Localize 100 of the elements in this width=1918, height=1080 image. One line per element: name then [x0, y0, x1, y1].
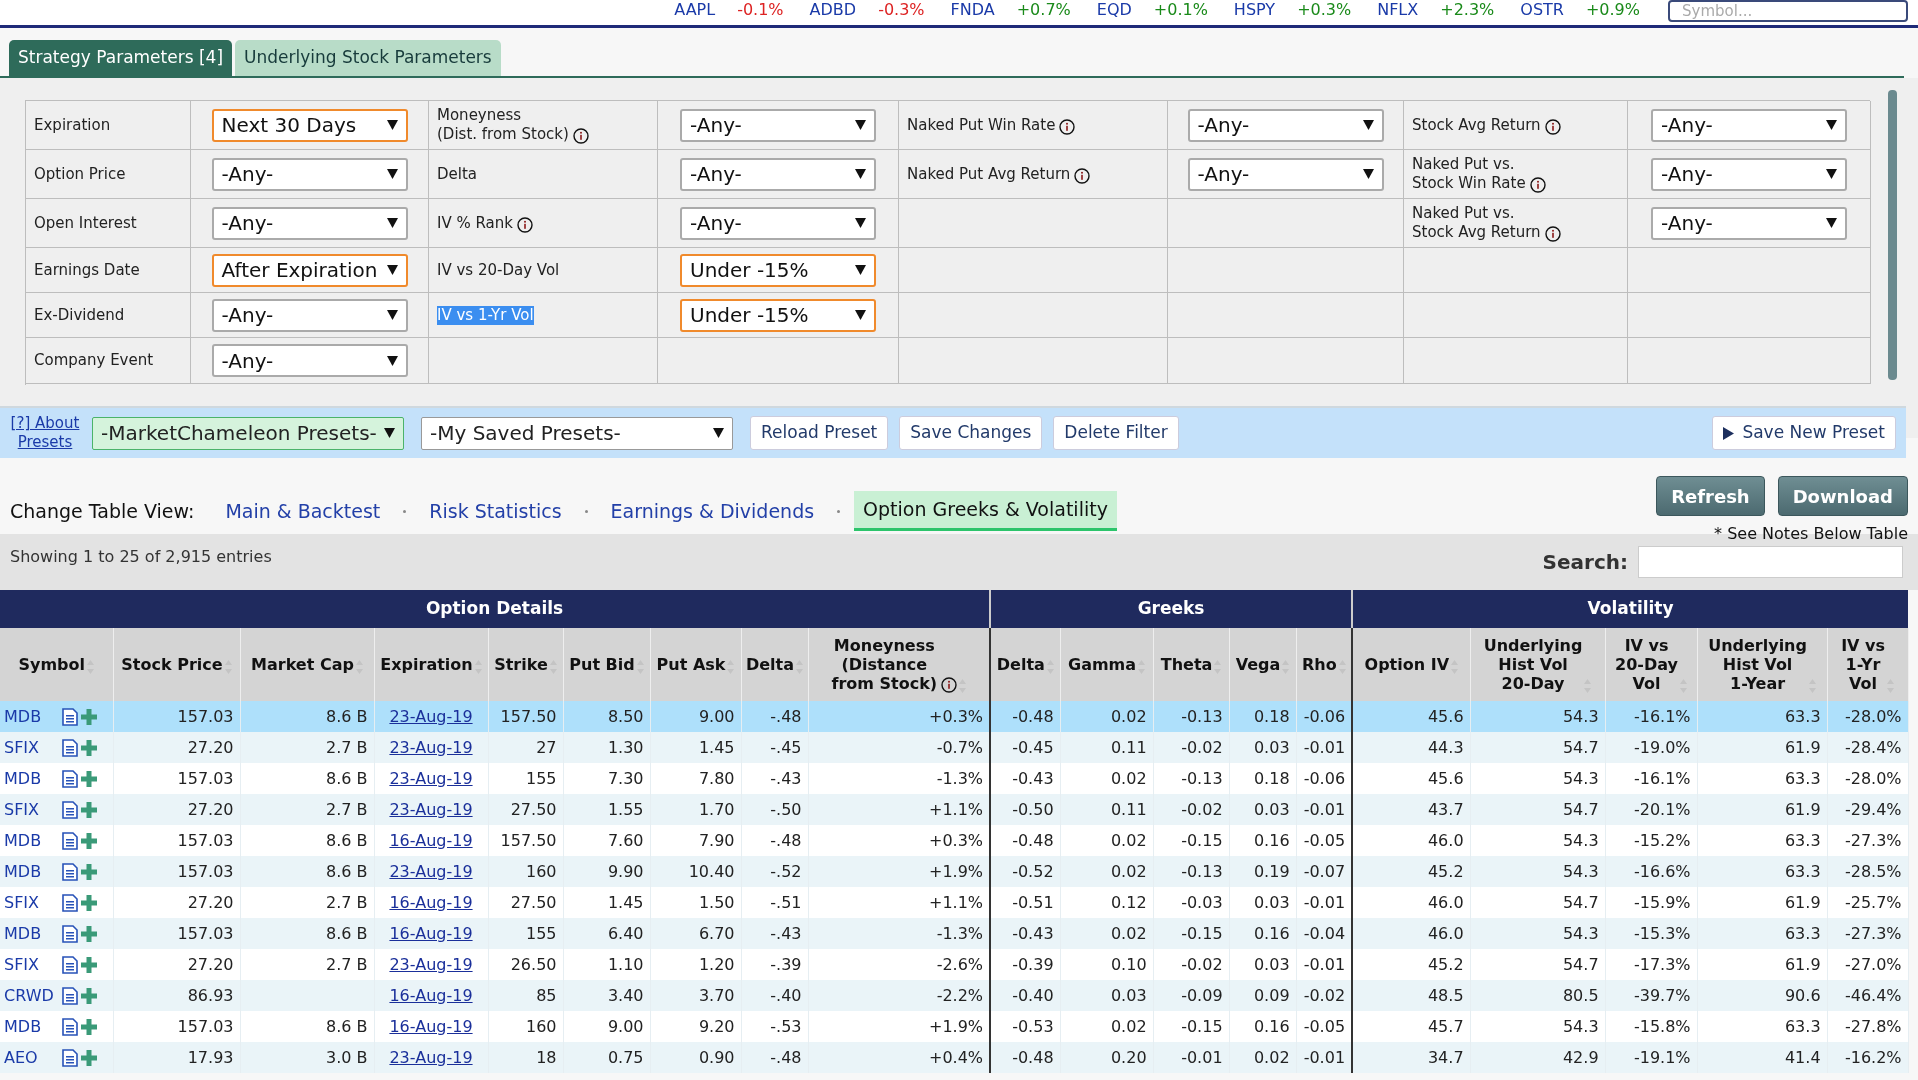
- table-row[interactable]: MDB 157.03 8.6 B 23-Aug-19 155 7.30 7.80 -.43 -1.3% -0.43 0.02 -0.13 0.18 -0.06 45.6 54.3 -16.1% 63.3 -28.0%: [0, 763, 1909, 794]
- ticker-symbol[interactable]: ADBD: [809, 0, 857, 20]
- expiration-link[interactable]: 23-Aug-19: [389, 861, 473, 881]
- expiration-link[interactable]: 23-Aug-19: [389, 706, 473, 726]
- expiration-link[interactable]: 23-Aug-19: [389, 799, 473, 819]
- document-icon[interactable]: [62, 986, 78, 1005]
- info-icon[interactable]: [516, 216, 533, 233]
- search-field[interactable]: [1638, 546, 1903, 578]
- table-view-link[interactable]: Earnings & Dividends: [601, 491, 824, 531]
- symbol-link[interactable]: CRWD: [4, 983, 62, 1008]
- ticker-symbol[interactable]: OSTR: [1520, 0, 1564, 20]
- preset-button[interactable]: Save Changes: [899, 416, 1043, 450]
- ticker-symbol[interactable]: NFLX: [1377, 0, 1419, 20]
- ticker-symbol[interactable]: EQD: [1096, 0, 1132, 20]
- expiration-link[interactable]: 16-Aug-19: [389, 985, 473, 1005]
- plus-icon[interactable]: [81, 770, 97, 787]
- symbol-link[interactable]: MDB: [4, 859, 62, 884]
- symbol-link[interactable]: SFIX: [4, 890, 62, 915]
- symbol-link[interactable]: MDB: [4, 1014, 62, 1039]
- document-icon[interactable]: [62, 955, 78, 974]
- dropdown[interactable]: -Any-: [680, 108, 876, 142]
- plus-icon[interactable]: [81, 801, 97, 818]
- column-header[interactable]: Gamma: [1060, 628, 1154, 701]
- table-row[interactable]: SFIX 27.20 2.7 B 23-Aug-19 27.50 1.55 1.70 -.50 +1.1% -0.50 0.11 -0.02 0.03 -0.01 43.7 54.7 -20.1% 61.9 -29.4%: [0, 794, 1909, 825]
- dropdown[interactable]: Under -15%: [680, 298, 876, 332]
- table-row[interactable]: CRWD 86.93 16-Aug-19 85 3.40 3.70 -.40 -2.2% -0.40 0.03 -0.09 0.09 -0.02 48.5 80.5 -39.7% 90.6 -46.4%: [0, 980, 1909, 1011]
- document-icon[interactable]: [62, 1048, 78, 1067]
- marketchameleon-presets-dropdown[interactable]: -MarketChameleon Presets-: [92, 416, 404, 450]
- action-button[interactable]: Refresh: [1656, 476, 1765, 516]
- dropdown[interactable]: -Any-: [1651, 157, 1847, 191]
- plus-icon[interactable]: [81, 863, 97, 880]
- document-icon[interactable]: [62, 831, 78, 850]
- tab[interactable]: Underlying Stock Parameters: [235, 40, 501, 76]
- ticker-symbol[interactable]: HSPY: [1233, 0, 1276, 20]
- column-header[interactable]: Option IV: [1352, 628, 1471, 701]
- symbol-link[interactable]: SFIX: [4, 735, 62, 760]
- expiration-link[interactable]: 16-Aug-19: [389, 892, 473, 912]
- ticker-symbol[interactable]: FNDA: [950, 0, 995, 20]
- column-header[interactable]: Symbol: [0, 628, 113, 701]
- info-icon[interactable]: [1544, 118, 1561, 135]
- document-icon[interactable]: [62, 738, 78, 757]
- dropdown[interactable]: Next 30 Days: [211, 108, 408, 142]
- table-row[interactable]: SFIX 27.20 2.7 B 16-Aug-19 27.50 1.45 1.50 -.51 +1.1% -0.51 0.12 -0.03 0.03 -0.01 46.0 54.7 -15.9% 61.9 -25.7%: [0, 887, 1909, 918]
- expiration-link[interactable]: 16-Aug-19: [389, 923, 473, 943]
- preset-button[interactable]: Delete Filter: [1053, 416, 1179, 450]
- dropdown[interactable]: -Any-: [1651, 108, 1847, 142]
- expiration-link[interactable]: 23-Aug-19: [389, 1047, 473, 1067]
- info-icon[interactable]: [941, 677, 958, 693]
- document-icon[interactable]: [62, 893, 78, 912]
- expiration-link[interactable]: 16-Aug-19: [389, 830, 473, 850]
- column-header[interactable]: Market Cap: [240, 628, 374, 701]
- dropdown[interactable]: After Expiration: [211, 253, 408, 287]
- column-header[interactable]: Vega: [1229, 628, 1297, 701]
- column-header[interactable]: Moneyness (Distance from Stock): [808, 628, 991, 701]
- save-new-preset-button[interactable]: Save New Preset: [1712, 416, 1896, 450]
- ticker-symbol[interactable]: AAPL: [674, 0, 716, 20]
- dropdown[interactable]: -Any-: [211, 157, 408, 191]
- table-row[interactable]: MDB 157.03 8.6 B 16-Aug-19 157.50 7.60 7.90 -.48 +0.3% -0.48 0.02 -0.15 0.16 -0.05 46.0 54.3 -15.2% 63.3 -27.3%: [0, 825, 1909, 856]
- table-row[interactable]: MDB 157.03 8.6 B 16-Aug-19 155 6.40 6.70 -.43 -1.3% -0.43 0.02 -0.15 0.16 -0.04 46.0 54.3 -15.3% 63.3 -27.3%: [0, 918, 1909, 949]
- symbol-link[interactable]: SFIX: [4, 952, 62, 977]
- document-icon[interactable]: [62, 924, 78, 943]
- expiration-link[interactable]: 23-Aug-19: [389, 737, 473, 757]
- dropdown[interactable]: -Any-: [211, 298, 408, 332]
- preset-button[interactable]: Reload Preset: [750, 416, 889, 450]
- symbol-link[interactable]: SFIX: [4, 797, 62, 822]
- document-icon[interactable]: [62, 707, 78, 726]
- plus-icon[interactable]: [81, 1018, 97, 1035]
- table-row[interactable]: SFIX 27.20 2.7 B 23-Aug-19 27 1.30 1.45 -.45 -0.7% -0.45 0.11 -0.02 0.03 -0.01 44.3 54.7 -19.0% 61.9 -28.4%: [0, 732, 1909, 763]
- expiration-link[interactable]: 23-Aug-19: [389, 954, 473, 974]
- symbol-link[interactable]: MDB: [4, 828, 62, 853]
- column-header[interactable]: Put Bid: [563, 628, 650, 701]
- table-row[interactable]: AEO 17.93 3.0 B 23-Aug-19 18 0.75 0.90 -.48 +0.4% -0.48 0.20 -0.01 0.02 -0.01 34.7 42.9 -19.1% 41.4 -16.2%: [0, 1042, 1909, 1073]
- info-icon[interactable]: [1074, 167, 1091, 184]
- expiration-link[interactable]: 23-Aug-19: [389, 768, 473, 788]
- symbol-link[interactable]: MDB: [4, 704, 62, 729]
- dropdown[interactable]: -Any-: [211, 206, 408, 240]
- info-icon[interactable]: [1059, 118, 1076, 135]
- table-view-link[interactable]: Main & Backtest: [216, 491, 390, 531]
- dropdown[interactable]: -Any-: [680, 206, 876, 240]
- table-row[interactable]: MDB 157.03 8.6 B 23-Aug-19 160 9.90 10.40 -.52 +1.9% -0.52 0.02 -0.13 0.19 -0.07 45.2 54.3 -16.6% 63.3 -28.5%: [0, 856, 1909, 887]
- about-presets-link[interactable]: [?] About Presets: [10, 414, 80, 452]
- symbol-link[interactable]: MDB: [4, 766, 62, 791]
- column-header[interactable]: Theta: [1153, 628, 1230, 701]
- column-header[interactable]: Underlying Hist Vol 1-Year: [1697, 628, 1828, 701]
- document-icon[interactable]: [62, 800, 78, 819]
- dropdown[interactable]: -Any-: [1187, 108, 1384, 142]
- table-view-link[interactable]: Risk Statistics: [420, 491, 571, 531]
- table-row[interactable]: MDB 157.03 8.6 B 23-Aug-19 157.50 8.50 9.00 -.48 +0.3% -0.48 0.02 -0.13 0.18 -0.06 45.6 54.3 -16.1% 63.3 -28.0%: [0, 701, 1909, 732]
- column-header[interactable]: Delta: [741, 628, 808, 701]
- dropdown[interactable]: Under -15%: [680, 253, 876, 287]
- table-row[interactable]: SFIX 27.20 2.7 B 23-Aug-19 26.50 1.10 1.20 -.39 -2.6% -0.39 0.10 -0.02 0.03 -0.01 45.2 54.7 -17.3% 61.9 -27.0%: [0, 949, 1909, 980]
- plus-icon[interactable]: [81, 739, 97, 756]
- saved-presets-dropdown[interactable]: -My Saved Presets-: [421, 416, 733, 450]
- document-icon[interactable]: [62, 1017, 78, 1036]
- info-icon[interactable]: [1544, 226, 1561, 242]
- tab[interactable]: Strategy Parameters [4]: [9, 40, 233, 76]
- plus-icon[interactable]: [81, 956, 97, 973]
- table-row[interactable]: MDB 157.03 8.6 B 16-Aug-19 160 9.00 9.20 -.53 +1.9% -0.53 0.02 -0.15 0.16 -0.05 45.7 54.3 -15.8% 63.3 -27.8%: [0, 1011, 1909, 1042]
- plus-icon[interactable]: [81, 1049, 97, 1066]
- column-header[interactable]: Delta: [990, 628, 1061, 701]
